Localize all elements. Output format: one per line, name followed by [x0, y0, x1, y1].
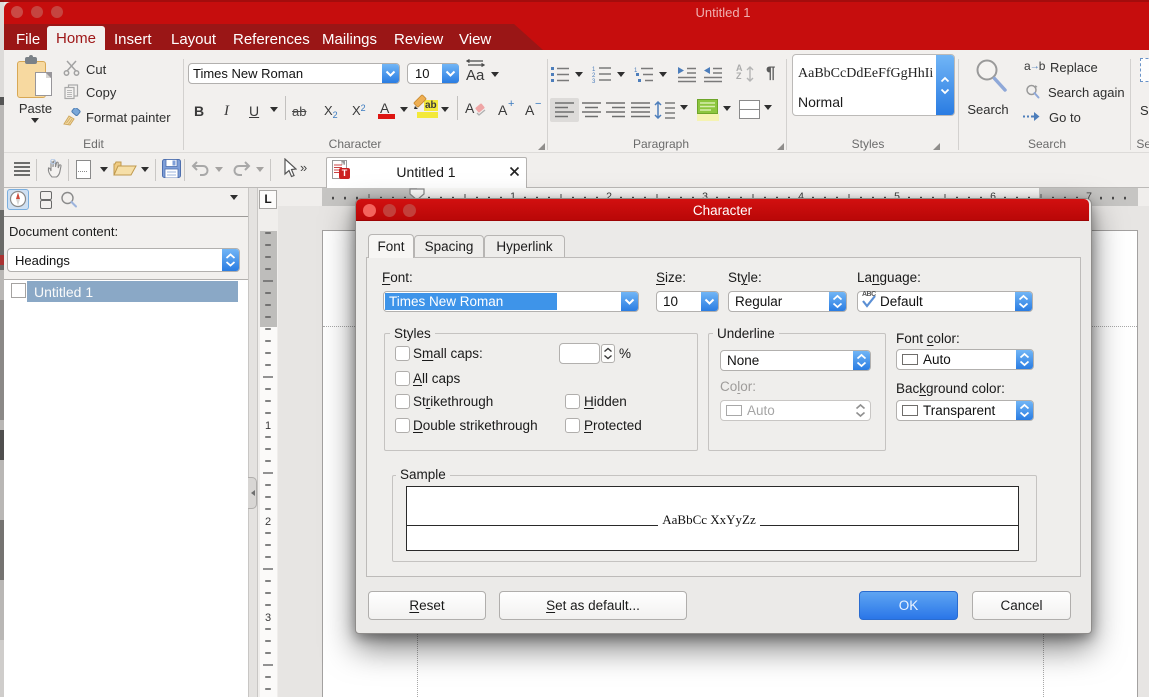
svg-text:3: 3 — [592, 79, 596, 83]
svg-text:3: 3 — [265, 612, 271, 624]
svg-text:1: 1 — [265, 420, 271, 432]
svg-text:2: 2 — [265, 516, 271, 528]
